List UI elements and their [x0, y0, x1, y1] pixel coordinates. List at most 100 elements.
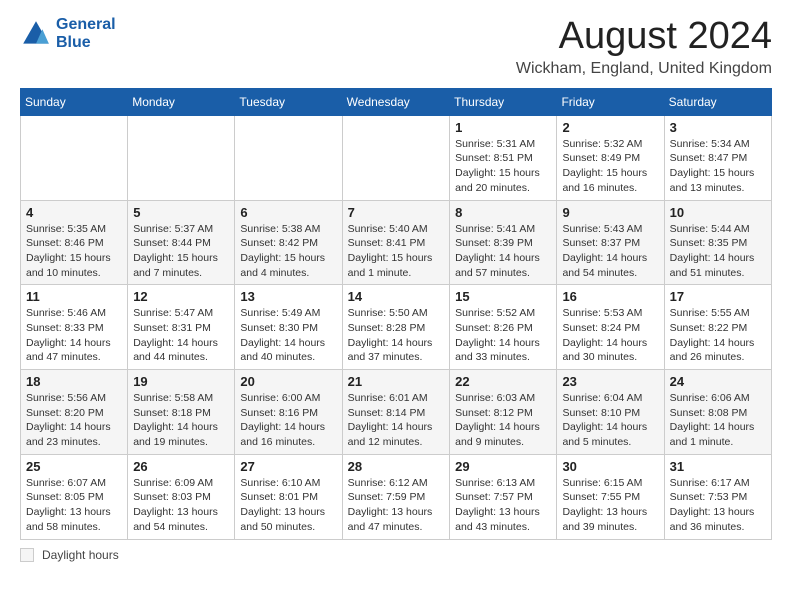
calendar-cell: 7 Sunrise: 5:40 AM Sunset: 8:41 PM Daylig…: [342, 200, 449, 285]
calendar-cell: [342, 115, 449, 200]
day-info: Sunrise: 5:46 AM Sunset: 8:33 PM Dayligh…: [26, 306, 122, 365]
day-number: 16: [562, 289, 658, 304]
day-info: Sunrise: 5:37 AM Sunset: 8:44 PM Dayligh…: [133, 222, 229, 281]
calendar-cell: 16Sunrise: 5:53 AM Sunset: 8:24 PM Dayli…: [557, 285, 664, 370]
day-info: Sunrise: 6:12 AM Sunset: 7:59 PM Dayligh…: [348, 476, 444, 535]
calendar-cell: 30 Sunrise: 6:15 AM Sunset: 7:55 PM Dayli…: [557, 454, 664, 539]
calendar-cell: 6 Sunrise: 5:38 AM Sunset: 8:42 PM Daylig…: [235, 200, 342, 285]
calendar-week-row: 25 Sunrise: 6:07 AM Sunset: 8:05 PM Dayli…: [21, 454, 772, 539]
logo: General Blue: [20, 16, 116, 51]
calendar-cell: 17Sunrise: 5:55 AM Sunset: 8:22 PM Dayli…: [664, 285, 771, 370]
calendar-day-header: Monday: [128, 88, 235, 115]
day-number: 9: [562, 205, 658, 220]
day-info: Sunrise: 5:58 AM Sunset: 8:18 PM Dayligh…: [133, 391, 229, 450]
day-number: 31: [670, 459, 766, 474]
day-number: 20: [240, 374, 336, 389]
calendar-cell: [21, 115, 128, 200]
day-info: Sunrise: 6:03 AM Sunset: 8:12 PM Dayligh…: [455, 391, 551, 450]
day-info: Sunrise: 5:34 AM Sunset: 8:47 PM Dayligh…: [670, 137, 766, 196]
day-number: 24: [670, 374, 766, 389]
day-number: 5: [133, 205, 229, 220]
day-number: 3: [670, 120, 766, 135]
calendar-cell: 27 Sunrise: 6:10 AM Sunset: 8:01 PM Dayli…: [235, 454, 342, 539]
day-info: Sunrise: 5:52 AM Sunset: 8:26 PM Dayligh…: [455, 306, 551, 365]
calendar-cell: 11 Sunrise: 5:46 AM Sunset: 8:33 PM Dayli…: [21, 285, 128, 370]
calendar-day-header: Thursday: [450, 88, 557, 115]
day-number: 25: [26, 459, 122, 474]
day-number: 28: [348, 459, 444, 474]
day-info: Sunrise: 6:00 AM Sunset: 8:16 PM Dayligh…: [240, 391, 336, 450]
day-number: 4: [26, 205, 122, 220]
day-info: Sunrise: 6:13 AM Sunset: 7:57 PM Dayligh…: [455, 476, 551, 535]
calendar-cell: 22Sunrise: 6:03 AM Sunset: 8:12 PM Dayli…: [450, 370, 557, 455]
calendar-cell: 15 Sunrise: 5:52 AM Sunset: 8:26 PM Dayli…: [450, 285, 557, 370]
legend: Daylight hours: [20, 548, 772, 562]
day-number: 2: [562, 120, 658, 135]
day-number: 27: [240, 459, 336, 474]
day-number: 23: [562, 374, 658, 389]
calendar-cell: 12 Sunrise: 5:47 AM Sunset: 8:31 PM Dayli…: [128, 285, 235, 370]
day-number: 30: [562, 459, 658, 474]
calendar-cell: 3 Sunrise: 5:34 AM Sunset: 8:47 PM Daylig…: [664, 115, 771, 200]
calendar-cell: 24 Sunrise: 6:06 AM Sunset: 8:08 PM Dayli…: [664, 370, 771, 455]
day-info: Sunrise: 6:09 AM Sunset: 8:03 PM Dayligh…: [133, 476, 229, 535]
calendar-day-header: Tuesday: [235, 88, 342, 115]
day-number: 14: [348, 289, 444, 304]
day-number: 15: [455, 289, 551, 304]
day-info: Sunrise: 6:04 AM Sunset: 8:10 PM Dayligh…: [562, 391, 658, 450]
calendar-cell: 13Sunrise: 5:49 AM Sunset: 8:30 PM Dayli…: [235, 285, 342, 370]
calendar-table: SundayMondayTuesdayWednesdayThursdayFrid…: [20, 88, 772, 540]
day-number: 11: [26, 289, 122, 304]
calendar-week-row: 4 Sunrise: 5:35 AM Sunset: 8:46 PM Daylig…: [21, 200, 772, 285]
day-info: Sunrise: 5:55 AM Sunset: 8:22 PM Dayligh…: [670, 306, 766, 365]
calendar-cell: 28 Sunrise: 6:12 AM Sunset: 7:59 PM Dayli…: [342, 454, 449, 539]
calendar-cell: 9 Sunrise: 5:43 AM Sunset: 8:37 PM Daylig…: [557, 200, 664, 285]
day-info: Sunrise: 5:31 AM Sunset: 8:51 PM Dayligh…: [455, 137, 551, 196]
logo-text: General Blue: [56, 16, 116, 51]
calendar-cell: 31Sunrise: 6:17 AM Sunset: 7:53 PM Dayli…: [664, 454, 771, 539]
day-info: Sunrise: 5:43 AM Sunset: 8:37 PM Dayligh…: [562, 222, 658, 281]
day-number: 13: [240, 289, 336, 304]
day-info: Sunrise: 5:47 AM Sunset: 8:31 PM Dayligh…: [133, 306, 229, 365]
calendar-day-header: Sunday: [21, 88, 128, 115]
calendar-week-row: 18Sunrise: 5:56 AM Sunset: 8:20 PM Dayli…: [21, 370, 772, 455]
day-info: Sunrise: 5:40 AM Sunset: 8:41 PM Dayligh…: [348, 222, 444, 281]
day-info: Sunrise: 5:50 AM Sunset: 8:28 PM Dayligh…: [348, 306, 444, 365]
calendar-day-header: Wednesday: [342, 88, 449, 115]
calendar-cell: 23 Sunrise: 6:04 AM Sunset: 8:10 PM Dayli…: [557, 370, 664, 455]
day-number: 1: [455, 120, 551, 135]
day-info: Sunrise: 6:15 AM Sunset: 7:55 PM Dayligh…: [562, 476, 658, 535]
calendar-cell: [128, 115, 235, 200]
day-number: 26: [133, 459, 229, 474]
title-section: August 2024 Wickham, England, United Kin…: [516, 16, 772, 78]
day-info: Sunrise: 6:06 AM Sunset: 8:08 PM Dayligh…: [670, 391, 766, 450]
calendar-day-header: Saturday: [664, 88, 771, 115]
day-info: Sunrise: 5:32 AM Sunset: 8:49 PM Dayligh…: [562, 137, 658, 196]
day-info: Sunrise: 5:41 AM Sunset: 8:39 PM Dayligh…: [455, 222, 551, 281]
calendar-cell: 14 Sunrise: 5:50 AM Sunset: 8:28 PM Dayli…: [342, 285, 449, 370]
calendar-cell: 4 Sunrise: 5:35 AM Sunset: 8:46 PM Daylig…: [21, 200, 128, 285]
calendar-header-row: SundayMondayTuesdayWednesdayThursdayFrid…: [21, 88, 772, 115]
day-number: 6: [240, 205, 336, 220]
logo-icon: [20, 18, 52, 50]
day-number: 21: [348, 374, 444, 389]
page-header: General Blue August 2024 Wickham, Englan…: [20, 16, 772, 78]
day-info: Sunrise: 6:07 AM Sunset: 8:05 PM Dayligh…: [26, 476, 122, 535]
logo-blue: Blue: [56, 34, 91, 51]
day-info: Sunrise: 5:44 AM Sunset: 8:35 PM Dayligh…: [670, 222, 766, 281]
day-number: 8: [455, 205, 551, 220]
calendar-cell: 29Sunrise: 6:13 AM Sunset: 7:57 PM Dayli…: [450, 454, 557, 539]
day-info: Sunrise: 6:10 AM Sunset: 8:01 PM Dayligh…: [240, 476, 336, 535]
location: Wickham, England, United Kingdom: [516, 60, 772, 78]
day-info: Sunrise: 6:01 AM Sunset: 8:14 PM Dayligh…: [348, 391, 444, 450]
day-number: 12: [133, 289, 229, 304]
calendar-cell: 19Sunrise: 5:58 AM Sunset: 8:18 PM Dayli…: [128, 370, 235, 455]
day-info: Sunrise: 5:38 AM Sunset: 8:42 PM Dayligh…: [240, 222, 336, 281]
calendar-week-row: 11 Sunrise: 5:46 AM Sunset: 8:33 PM Dayli…: [21, 285, 772, 370]
day-info: Sunrise: 5:56 AM Sunset: 8:20 PM Dayligh…: [26, 391, 122, 450]
calendar-cell: 18Sunrise: 5:56 AM Sunset: 8:20 PM Dayli…: [21, 370, 128, 455]
day-number: 7: [348, 205, 444, 220]
calendar-day-header: Friday: [557, 88, 664, 115]
logo-general: General: [56, 16, 116, 33]
day-info: Sunrise: 5:35 AM Sunset: 8:46 PM Dayligh…: [26, 222, 122, 281]
